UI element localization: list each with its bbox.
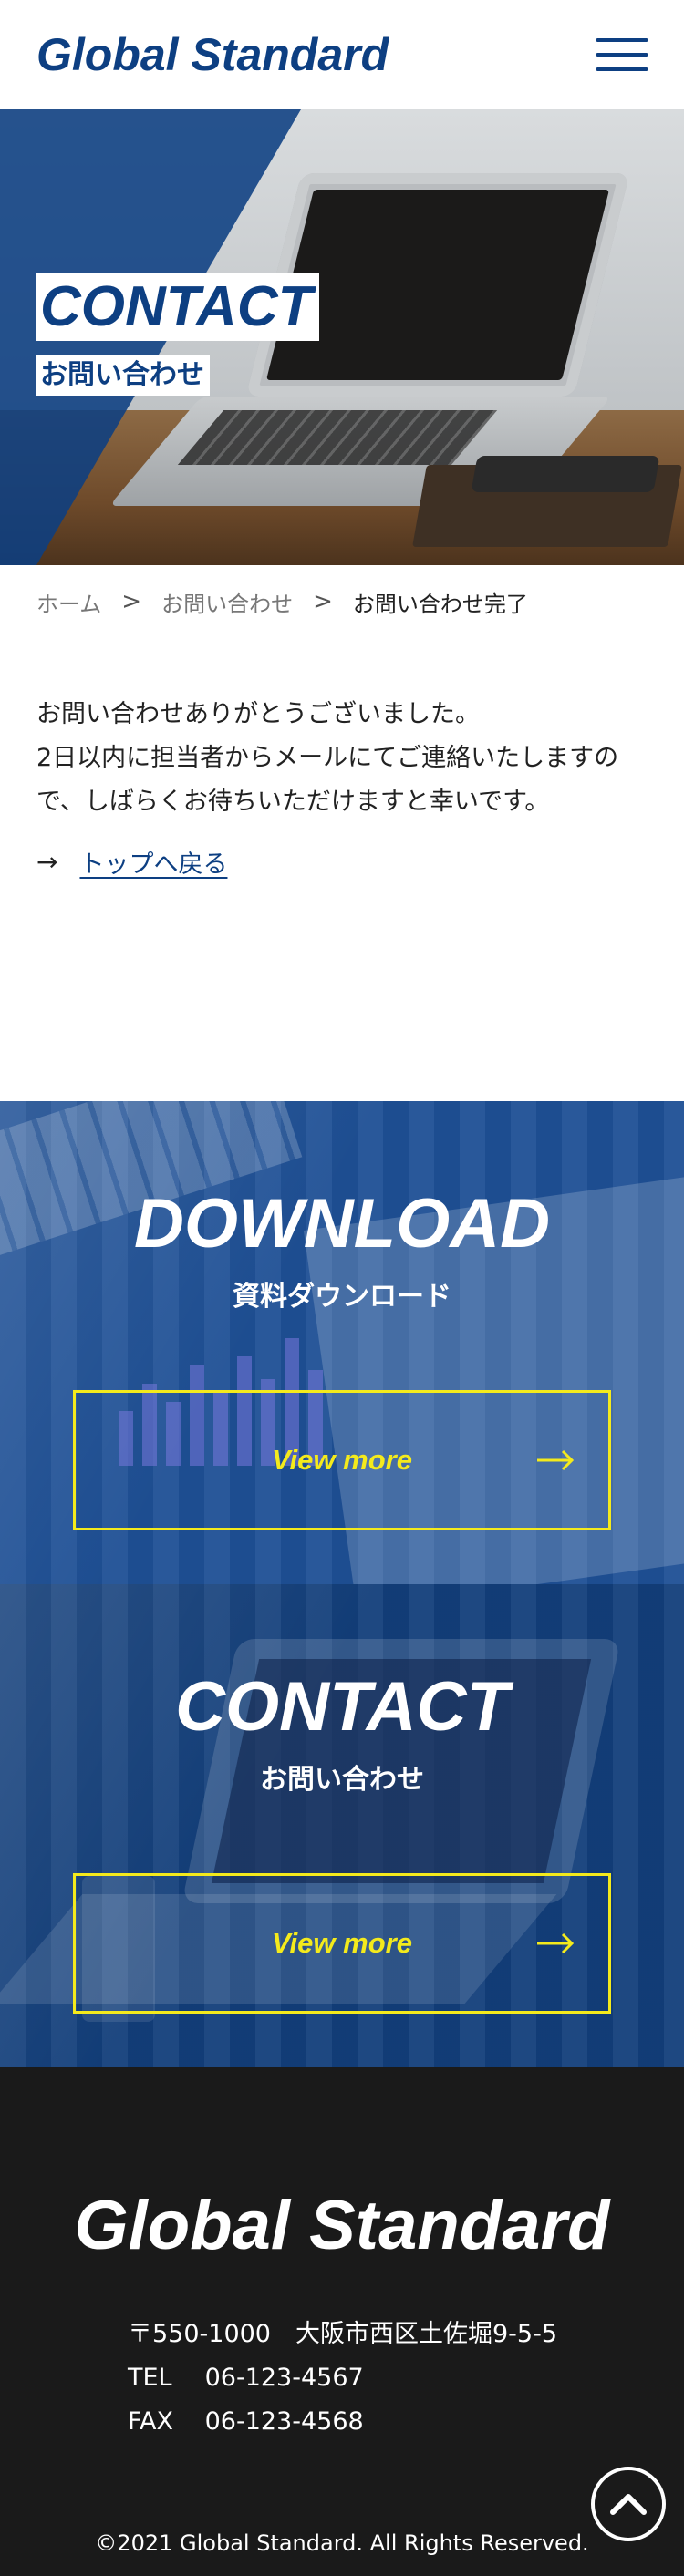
contact-subtitle: お問い合わせ — [260, 1764, 424, 1796]
footer-address: 〒550-1000 大阪市西区土佐堀9-5-5 — [128, 2320, 558, 2348]
footer-tel: TEL 06-123-4567 — [128, 2356, 684, 2400]
thanks-line-2: 2日以内に担当者からメールにてご連絡いたしますので、しばらくお待ちいただけますと… — [36, 744, 619, 816]
footer-tel-label: TEL — [128, 2364, 172, 2392]
breadcrumb-home[interactable]: ホーム — [36, 586, 101, 618]
thanks-text: お問い合わせありがとうございました。 2日以内に担当者からメールにてご連絡いたし… — [36, 693, 648, 824]
footer-logo[interactable]: Global Standard — [0, 2067, 684, 2265]
arrow-right-icon — [537, 1449, 575, 1471]
download-subtitle: 資料ダウンロード — [233, 1281, 451, 1313]
breadcrumb-separator: > — [121, 588, 142, 615]
view-more-label: View more — [272, 1927, 412, 1959]
page-title-en: CONTACT — [36, 273, 320, 341]
site-footer: Global Standard 〒550-1000 大阪市西区土佐堀9-5-5 … — [0, 2067, 684, 2576]
arrow-right-icon — [537, 1932, 575, 1954]
download-view-more-button[interactable]: View more — [73, 1390, 611, 1530]
thanks-line-1: お問い合わせありがとうございました。 — [36, 700, 480, 728]
footer-fax-label: FAX — [128, 2407, 174, 2436]
footer-tel-number[interactable]: 06-123-4567 — [205, 2364, 364, 2392]
download-title: DOWNLOAD — [134, 1185, 550, 1262]
page-title-ja: お問い合わせ — [36, 355, 210, 396]
back-to-top-link: → トップへ戻る — [36, 844, 648, 880]
footer-fax-number: 06-123-4568 — [204, 2407, 364, 2436]
hero-phone — [471, 456, 660, 492]
view-more-label: View more — [272, 1444, 412, 1476]
contact-view-more-button[interactable]: View more — [73, 1873, 611, 2014]
chevron-up-icon — [610, 2494, 647, 2515]
footer-fax: FAX 06-123-4568 — [128, 2400, 684, 2444]
breadcrumb-contact[interactable]: お問い合わせ — [161, 586, 293, 618]
menu-line — [596, 67, 648, 71]
page-hero: CONTACT お問い合わせ — [0, 109, 684, 565]
contact-title: CONTACT — [175, 1668, 509, 1746]
copyright: ©2021 Global Standard. All Rights Reserv… — [95, 2530, 589, 2556]
breadcrumb-separator: > — [313, 588, 333, 615]
site-header: Global Standard — [0, 0, 684, 109]
arrow-right-icon: → — [36, 847, 58, 877]
back-to-top-anchor[interactable]: トップへ戻る — [79, 844, 227, 880]
menu-line — [596, 53, 648, 57]
footer-address-block: 〒550-1000 大阪市西区土佐堀9-5-5 TEL 06-123-4567 … — [128, 2313, 684, 2444]
page-title: CONTACT お問い合わせ — [36, 273, 320, 396]
hamburger-menu-icon[interactable] — [596, 38, 648, 71]
breadcrumb: ホーム > お問い合わせ > お問い合わせ完了 — [0, 565, 684, 638]
contact-section: CONTACT お問い合わせ View more — [0, 1584, 684, 2067]
hero-laptop-keyboard — [177, 410, 498, 465]
breadcrumb-current: お問い合わせ完了 — [352, 591, 528, 617]
site-logo[interactable]: Global Standard — [36, 28, 389, 81]
menu-line — [596, 38, 648, 42]
download-section: DOWNLOAD 資料ダウンロード View more — [0, 1101, 684, 1584]
thanks-message: お問い合わせありがとうございました。 2日以内に担当者からメールにてご連絡いたし… — [0, 638, 684, 880]
